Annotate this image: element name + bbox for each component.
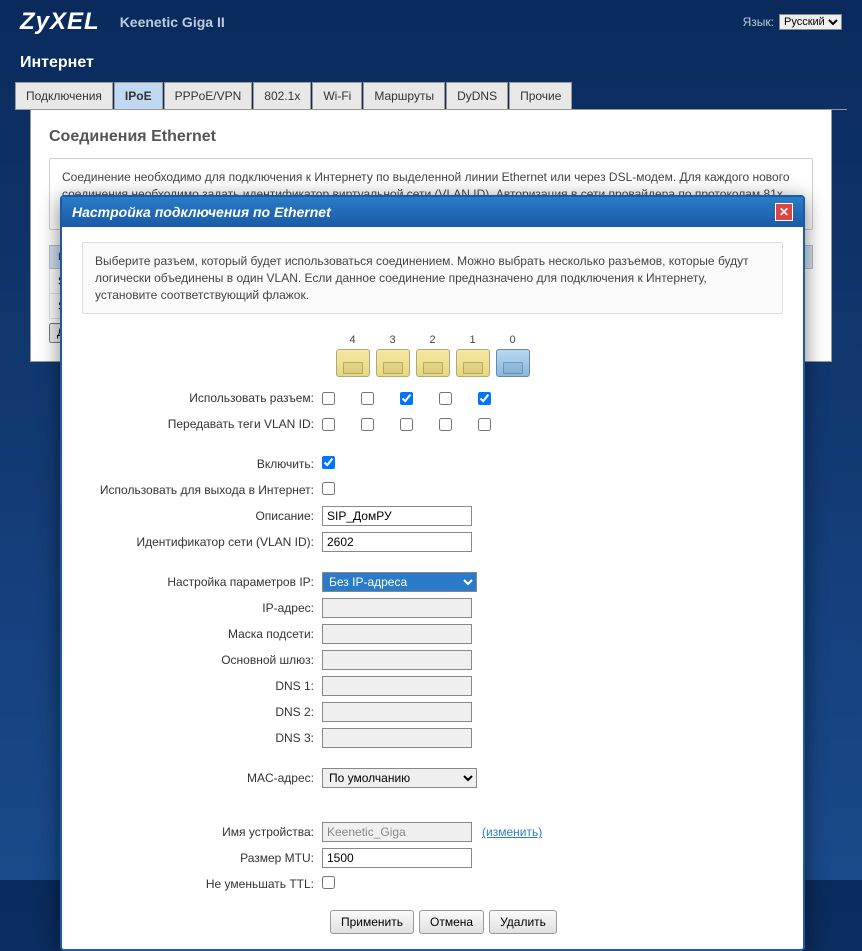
tab-pppoe-vpn[interactable]: PPPoE/VPN [164,82,253,109]
vlan-tag-4-checkbox[interactable] [322,418,335,431]
use-port-3-checkbox[interactable] [361,392,374,405]
tab-routes[interactable]: Маршруты [363,82,445,109]
ip-label: IP-адрес: [82,601,322,615]
mask-input [322,624,472,644]
dns3-label: DNS 3: [82,731,322,745]
ports-diagram: 4 3 2 1 0 [82,334,783,377]
gateway-label: Основной шлюз: [82,653,322,667]
description-input[interactable] [322,506,472,526]
ethernet-port-icon [336,349,370,377]
vlan-tag-1-checkbox[interactable] [439,418,452,431]
ethernet-config-modal: Настройка подключения по Ethernet ✕ Выбе… [60,195,805,951]
ttl-label: Не уменьшать TTL: [82,877,322,891]
modal-info: Выберите разъем, который будет использов… [82,242,783,314]
use-port-2-checkbox[interactable] [400,392,413,405]
ethernet-port-icon [416,349,450,377]
vlanid-input[interactable] [322,532,472,552]
tab-bar: Подключения IPoE PPPoE/VPN 802.1x Wi-Fi … [15,82,847,110]
enable-label: Включить: [82,457,322,471]
port-label: 1 [469,334,475,346]
description-label: Описание: [82,509,322,523]
dns1-input [322,676,472,696]
dns2-input [322,702,472,722]
port-label: 0 [509,334,515,346]
panel-title: Соединения Ethernet [49,128,813,146]
use-port-1-checkbox[interactable] [439,392,452,405]
vlan-tag-3-checkbox[interactable] [361,418,374,431]
ethernet-port-icon [456,349,490,377]
dns3-input [322,728,472,748]
port-label: 4 [349,334,355,346]
use-port-4-checkbox[interactable] [322,392,335,405]
port-label: 2 [429,334,435,346]
mtu-label: Размер MTU: [82,851,322,865]
mtu-input[interactable] [322,848,472,868]
ttl-checkbox[interactable] [322,876,335,889]
device-name-label: Имя устройства: [82,825,322,839]
ip-input [322,598,472,618]
dns2-label: DNS 2: [82,705,322,719]
tab-dydns[interactable]: DyDNS [446,82,508,109]
tab-wifi[interactable]: Wi-Fi [312,82,362,109]
vlan-tag-0-checkbox[interactable] [478,418,491,431]
internet-checkbox[interactable] [322,482,335,495]
close-icon[interactable]: ✕ [775,203,793,221]
use-port-label: Использовать разъем: [82,391,322,405]
cancel-button[interactable]: Отмена [419,910,484,934]
enable-checkbox[interactable] [322,456,335,469]
tab-ipoe[interactable]: IPoE [114,82,163,109]
ip-setup-label: Настройка параметров IP: [82,575,322,589]
page-title: Интернет [0,44,862,82]
modal-title: Настройка подключения по Ethernet [72,204,331,220]
language-label: Язык: [743,15,774,29]
change-link[interactable]: (изменить) [482,825,542,839]
tab-8021x[interactable]: 802.1x [253,82,311,109]
tab-connections[interactable]: Подключения [15,82,113,109]
delete-button[interactable]: Удалить [489,910,557,934]
internet-label: Использовать для выхода в Интернет: [82,483,322,497]
tab-other[interactable]: Прочие [509,82,572,109]
ethernet-port-icon [496,349,530,377]
vlan-tag-2-checkbox[interactable] [400,418,413,431]
mac-select[interactable]: По умолчанию [322,768,477,788]
use-port-0-checkbox[interactable] [478,392,491,405]
gateway-input [322,650,472,670]
port-label: 3 [389,334,395,346]
dns1-label: DNS 1: [82,679,322,693]
vlan-tag-label: Передавать теги VLAN ID: [82,417,322,431]
vlanid-label: Идентификатор сети (VLAN ID): [82,535,322,549]
device-name-input [322,822,472,842]
apply-button[interactable]: Применить [330,910,414,934]
model-name: Keenetic Giga II [120,14,225,30]
ethernet-port-icon [376,349,410,377]
language-select[interactable]: Русский [779,14,842,30]
mac-label: MAC-адрес: [82,771,322,785]
mask-label: Маска подсети: [82,627,322,641]
ip-setup-select[interactable]: Без IP-адреса [322,572,477,592]
brand-logo: ZyXEL [20,8,100,36]
